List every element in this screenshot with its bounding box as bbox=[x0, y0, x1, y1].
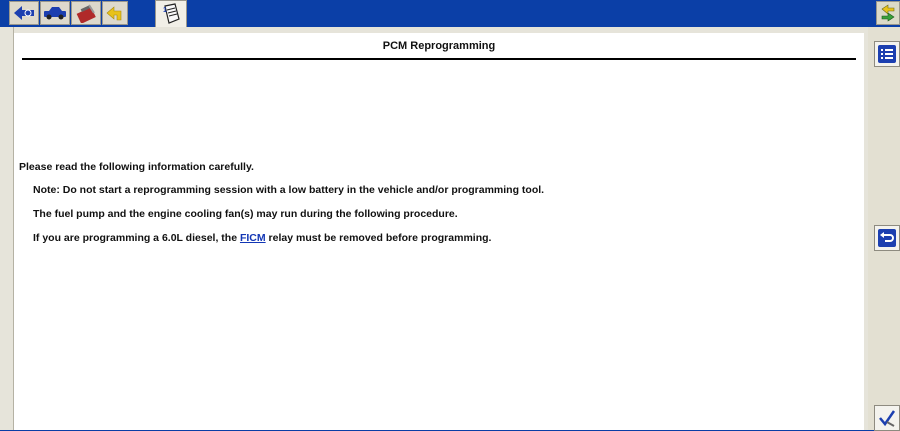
back-button[interactable] bbox=[9, 1, 39, 25]
intro-text: Please read the following information ca… bbox=[19, 161, 254, 173]
back-arrow-icon bbox=[14, 6, 34, 20]
tab-programming[interactable]: 1 bbox=[155, 0, 187, 27]
back-icon bbox=[878, 229, 896, 247]
toolbox-icon bbox=[76, 4, 96, 23]
toolbox-button[interactable] bbox=[71, 1, 101, 25]
svg-text:1: 1 bbox=[163, 7, 167, 14]
switch-button[interactable] bbox=[876, 1, 900, 25]
return-arrow-icon bbox=[106, 6, 122, 21]
switch-arrows-icon bbox=[881, 4, 895, 22]
list-icon bbox=[878, 45, 896, 63]
document-icon: 1 bbox=[163, 3, 180, 24]
fuel-pump-note: The fuel pump and the engine cooling fan… bbox=[33, 208, 458, 220]
top-toolbar bbox=[0, 0, 900, 27]
diesel-note-end: relay must be removed before programming… bbox=[265, 232, 492, 244]
left-border bbox=[0, 27, 14, 430]
ficm-link[interactable]: FICM bbox=[240, 232, 266, 244]
confirm-button[interactable] bbox=[874, 405, 900, 431]
check-icon bbox=[879, 410, 896, 427]
page-title: PCM Reprogramming bbox=[382, 40, 496, 52]
battery-note: Note: Do not start a reprogramming sessi… bbox=[33, 184, 545, 196]
diesel-note-start: If you are programming a 6.0L diesel, th… bbox=[33, 232, 240, 244]
title-divider bbox=[22, 58, 856, 60]
vehicle-icon bbox=[44, 7, 66, 20]
return-button[interactable] bbox=[102, 1, 128, 25]
diesel-note: If you are programming a 6.0L diesel, th… bbox=[33, 232, 491, 244]
vehicle-button[interactable] bbox=[40, 1, 70, 25]
back-button-side[interactable] bbox=[874, 225, 900, 251]
list-button[interactable] bbox=[874, 41, 900, 67]
